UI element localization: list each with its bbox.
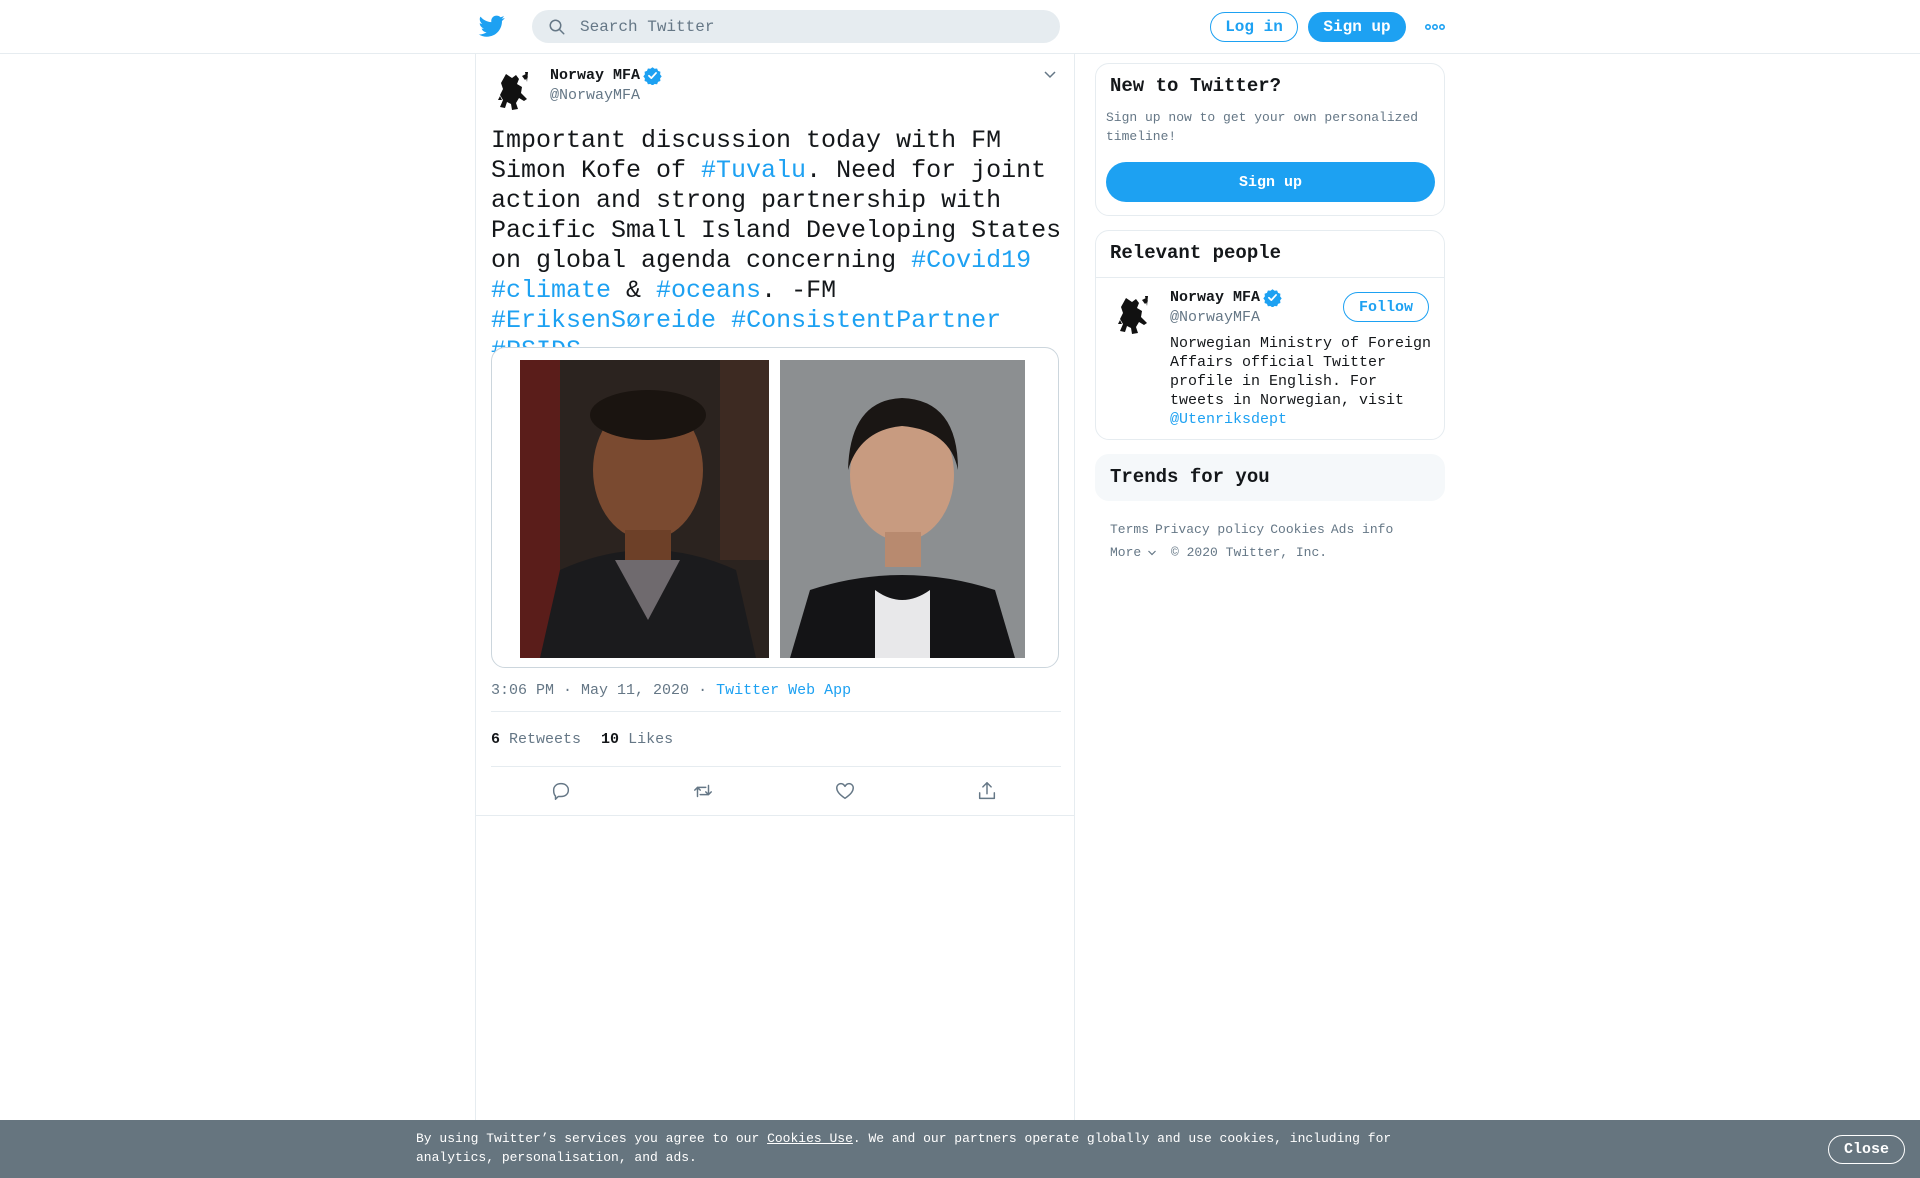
footer-privacy-link[interactable]: Privacy policy bbox=[1155, 522, 1264, 537]
cookie-text: By using Twitter’s services you agree to… bbox=[416, 1129, 1416, 1167]
new-to-twitter-title: New to Twitter? bbox=[1110, 75, 1282, 97]
norway-lion-icon bbox=[498, 72, 528, 110]
reply-icon[interactable] bbox=[550, 780, 572, 802]
cookies-use-link[interactable]: Cookies Use bbox=[767, 1131, 853, 1146]
tweet-text-segment: & bbox=[611, 276, 657, 305]
tweet-text-segment: . -FM bbox=[761, 276, 837, 305]
tweet-media[interactable] bbox=[491, 347, 1059, 668]
likes-label: Likes bbox=[628, 731, 674, 748]
tweet-column: Norway MFA @NorwayMFA Important discussi… bbox=[475, 54, 1075, 1178]
relevant-people-title: Relevant people bbox=[1110, 242, 1282, 264]
retweets-stat[interactable]: 6 Retweets bbox=[491, 731, 581, 748]
retweets-count: 6 bbox=[491, 731, 501, 748]
bio-mention-link[interactable]: @Utenriksdept bbox=[1170, 411, 1287, 428]
login-button[interactable]: Log in bbox=[1210, 12, 1298, 42]
share-icon[interactable] bbox=[976, 780, 998, 802]
relevant-people-card: Relevant people Norway MFA @NorwayMFA Fo… bbox=[1095, 230, 1445, 440]
hashtag-link[interactable]: #oceans bbox=[656, 276, 761, 305]
author-name[interactable]: Norway MFA bbox=[550, 66, 662, 85]
cookie-text-before: By using Twitter’s services you agree to… bbox=[416, 1131, 768, 1146]
photo-eriksen-soreide[interactable] bbox=[780, 360, 1025, 658]
hashtag-link[interactable]: #EriksenSøreide bbox=[491, 306, 716, 335]
tweet-text: Important discussion today with FM Simon… bbox=[491, 126, 1065, 366]
more-icon[interactable] bbox=[1424, 18, 1446, 36]
cookie-close-button[interactable]: Close bbox=[1828, 1135, 1905, 1164]
footer-cookies-link[interactable]: Cookies bbox=[1270, 522, 1325, 537]
likes-count: 10 bbox=[601, 731, 620, 748]
photo-simon-kofe[interactable] bbox=[520, 360, 769, 658]
divider bbox=[476, 815, 1074, 816]
portrait-woman-image bbox=[780, 360, 1025, 658]
twitter-logo-icon[interactable] bbox=[478, 13, 506, 39]
search-input[interactable] bbox=[580, 17, 1000, 36]
divider bbox=[491, 711, 1061, 712]
trends-title: Trends for you bbox=[1110, 466, 1270, 488]
person-handle[interactable]: @NorwayMFA bbox=[1170, 309, 1260, 326]
tweet-timestamp[interactable]: 3:06 PM · May 11, 2020 bbox=[491, 682, 689, 699]
tweet-text-segment bbox=[716, 306, 731, 335]
person-name[interactable]: Norway MFA bbox=[1170, 288, 1282, 307]
author-name-text[interactable]: Norway MFA bbox=[550, 67, 640, 84]
person-avatar[interactable] bbox=[1112, 290, 1160, 338]
person-name-text[interactable]: Norway MFA bbox=[1170, 289, 1260, 306]
signup-button[interactable]: Sign up bbox=[1308, 12, 1406, 42]
trends-card: Trends for you bbox=[1095, 454, 1445, 501]
norway-lion-icon bbox=[1118, 296, 1148, 334]
relevant-people-header: Relevant people bbox=[1096, 231, 1444, 278]
cookie-banner: By using Twitter’s services you agree to… bbox=[0, 1120, 1920, 1178]
like-icon[interactable] bbox=[834, 780, 856, 802]
retweets-label: Retweets bbox=[509, 731, 582, 748]
search-box[interactable] bbox=[532, 10, 1060, 43]
author-handle[interactable]: @NorwayMFA bbox=[550, 87, 640, 104]
footer-terms-link[interactable]: Terms bbox=[1110, 522, 1149, 537]
hashtag-link[interactable]: #ConsistentPartner bbox=[731, 306, 1001, 335]
hashtag-link[interactable]: #Covid19 bbox=[911, 246, 1031, 275]
verified-badge-icon bbox=[643, 67, 662, 85]
chevron-down-icon bbox=[1148, 550, 1157, 555]
hashtag-link[interactable]: #Tuvalu bbox=[701, 156, 806, 185]
portrait-man-image bbox=[520, 360, 769, 658]
footer-more-button[interactable]: More bbox=[1110, 545, 1157, 560]
meta-separator: · bbox=[698, 682, 708, 699]
tweet-meta: 3:06 PM · May 11, 2020 · Twitter Web App bbox=[491, 682, 851, 699]
tweet-stats: 6 Retweets 10 Likes bbox=[491, 731, 673, 748]
follow-button[interactable]: Follow bbox=[1343, 292, 1429, 322]
footer-copyright: © 2020 Twitter, Inc. bbox=[1171, 545, 1328, 560]
sidebar-signup-button[interactable]: Sign up bbox=[1106, 162, 1435, 202]
footer-links: Terms Privacy policy Cookies Ads info More … bbox=[1110, 518, 1440, 564]
new-to-twitter-card: New to Twitter? Sign up now to get your … bbox=[1095, 63, 1445, 216]
avatar[interactable] bbox=[492, 66, 540, 114]
new-to-twitter-desc: Sign up now to get your own personalized… bbox=[1106, 110, 1419, 144]
likes-stat[interactable]: 10 Likes bbox=[601, 731, 673, 748]
retweet-icon[interactable] bbox=[692, 780, 714, 802]
chevron-down-icon[interactable] bbox=[1042, 66, 1058, 82]
hashtag-link[interactable]: #climate bbox=[491, 276, 611, 305]
verified-badge-icon bbox=[1263, 289, 1282, 307]
tweet-actions bbox=[476, 766, 1074, 816]
person-bio-text: Norwegian Ministry of Foreign Affairs of… bbox=[1170, 335, 1432, 409]
search-icon bbox=[549, 19, 565, 34]
top-bar: Log in Sign up bbox=[0, 0, 1920, 54]
footer-ads-link[interactable]: Ads info bbox=[1331, 522, 1393, 537]
person-bio: Norwegian Ministry of Foreign Affairs of… bbox=[1170, 334, 1432, 429]
footer-more-label: More bbox=[1110, 545, 1142, 560]
tweet-source-link[interactable]: Twitter Web App bbox=[716, 682, 851, 699]
